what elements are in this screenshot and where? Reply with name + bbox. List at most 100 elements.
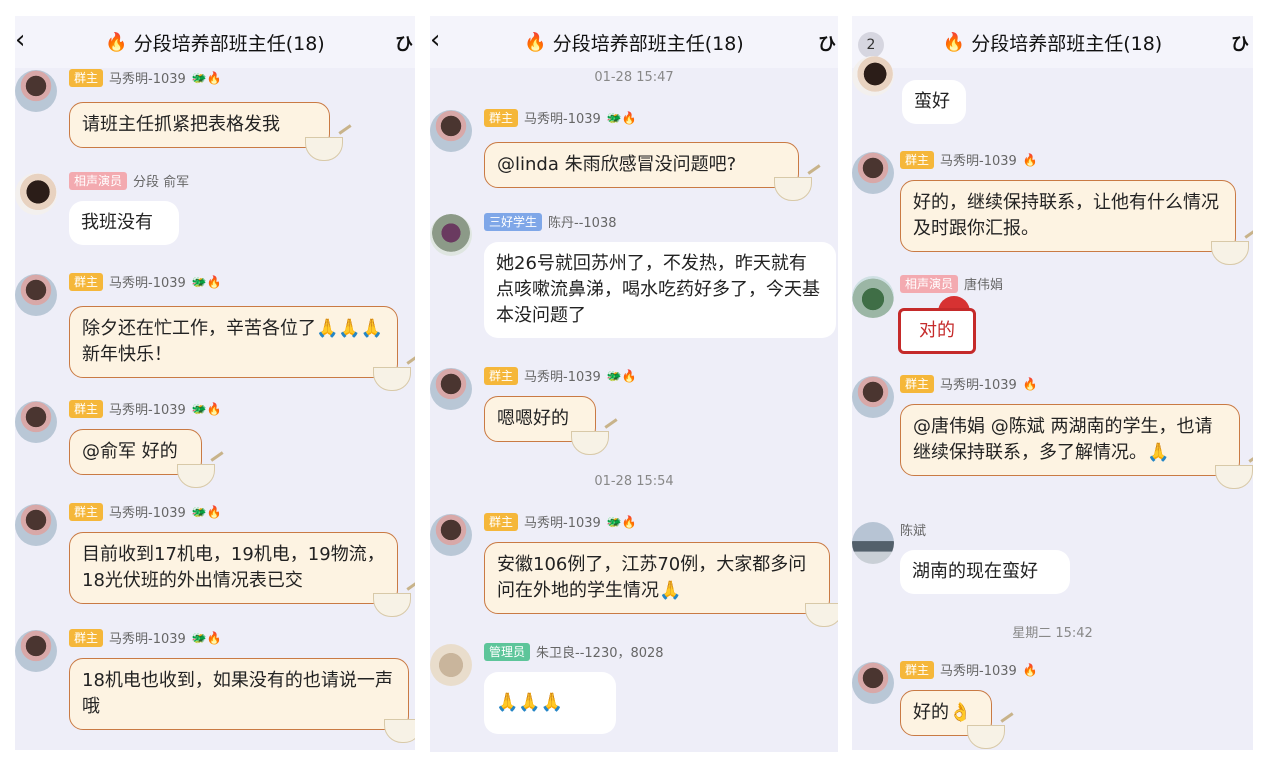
sender-meta: 陈斌 xyxy=(900,520,926,539)
timestamp: 01-28 15:47 xyxy=(594,70,674,85)
avatar[interactable] xyxy=(430,368,472,410)
avatar[interactable] xyxy=(852,662,894,704)
avatar[interactable] xyxy=(15,504,57,546)
bowl-bubble-icon xyxy=(373,367,411,391)
flame-icon: 🐲🔥 xyxy=(191,630,222,645)
message-bubble[interactable]: 好的👌 xyxy=(900,690,1005,749)
message-bubble[interactable]: 🙏🙏🙏 xyxy=(484,672,616,734)
message-bubble[interactable]: 请班主任抓紧把表格发我 xyxy=(69,102,343,161)
message-bubble[interactable]: 她26号就回苏州了，不发热，昨天就有点咳嗽流鼻涕，喝水吃药好多了，今天基本没问题… xyxy=(484,242,836,338)
avatar[interactable] xyxy=(430,110,472,152)
sender-name[interactable]: 马秀明-1039 xyxy=(109,399,186,418)
message-bubble[interactable]: @唐伟娟 @陈斌 两湖南的学生，也请继续保持联系，多了解情况。🙏 xyxy=(900,404,1253,489)
message-bubble[interactable]: 18机电也收到，如果没有的也请说一声哦 xyxy=(69,658,415,743)
role-badge: 管理员 xyxy=(484,642,531,661)
timestamp: 01-28 15:54 xyxy=(594,474,674,489)
unread-badge[interactable]: 2 xyxy=(858,32,884,58)
flame-icon: 🔥 xyxy=(105,31,128,53)
flame-icon: 🔥 xyxy=(524,31,547,53)
flame-icon: 🐲🔥 xyxy=(191,274,222,289)
sender-meta: 管理员 朱卫良--1230，8028 xyxy=(484,642,664,661)
sender-name[interactable]: 马秀明-1039 xyxy=(524,512,601,531)
bowl-bubble-icon xyxy=(774,177,812,201)
avatar[interactable] xyxy=(15,401,57,443)
message-bubble[interactable]: 蛮好 xyxy=(902,80,966,124)
flame-icon: 🔥 xyxy=(1022,662,1038,677)
sender-name[interactable]: 马秀明-1039 xyxy=(524,108,601,127)
bowl-bubble-icon xyxy=(373,593,411,617)
bowl-bubble-icon xyxy=(967,725,1005,749)
flame-icon: 🐲🔥 xyxy=(191,401,222,416)
chat-header: ‹ 🔥 分段培养部班主任(18) ひ xyxy=(430,16,838,68)
sender-name[interactable]: 马秀明-1039 xyxy=(940,150,1017,169)
chat-title: 🔥 分段培养部班主任(18) xyxy=(524,31,744,55)
sender-name[interactable]: 唐伟娟 xyxy=(964,274,1003,293)
sender-meta: 群主 马秀明-1039 🐲🔥 xyxy=(69,502,222,521)
sender-name[interactable]: 陈斌 xyxy=(900,520,926,539)
qq-logo-icon[interactable]: ひ xyxy=(818,30,836,56)
flame-icon: 🐲🔥 xyxy=(191,70,222,85)
bowl-bubble-icon xyxy=(1215,465,1253,489)
message-bubble[interactable]: 嗯嗯好的 xyxy=(484,396,609,455)
sender-name[interactable]: 分段 俞军 xyxy=(133,171,189,190)
avatar[interactable] xyxy=(15,274,57,316)
role-badge: 群主 xyxy=(900,660,935,679)
chevron-left-icon[interactable]: ‹ xyxy=(15,26,25,54)
bowl-bubble-icon xyxy=(571,431,609,455)
flame-icon: 🔥 xyxy=(1022,152,1038,167)
avatar[interactable] xyxy=(430,514,472,556)
sender-meta: 群主 马秀明-1039 🐲🔥 xyxy=(484,512,637,531)
flame-icon: 🐲🔥 xyxy=(606,514,637,529)
avatar[interactable] xyxy=(852,522,894,564)
bowl-bubble-icon xyxy=(177,464,215,488)
qq-logo-icon[interactable]: ひ xyxy=(395,30,413,56)
message-bubble[interactable]: 好的，继续保持联系，让他有什么情况及时跟你汇报。 xyxy=(900,180,1249,265)
chevron-left-icon[interactable]: ‹ xyxy=(430,26,440,54)
sender-meta: 群主 马秀明-1039 🐲🔥 xyxy=(484,366,637,385)
flame-icon: 🔥 xyxy=(1022,376,1038,391)
message-bubble[interactable]: @linda 朱雨欣感冒没问题吧? xyxy=(484,142,812,201)
sticker-duide[interactable]: 对的 xyxy=(898,296,976,354)
chat-panel-2: ‹ 🔥 分段培养部班主任(18) ひ 01-28 15:47 群主 马秀明-10… xyxy=(430,16,838,752)
sender-meta: 群主 马秀明-1039 🔥 xyxy=(900,660,1038,679)
avatar[interactable] xyxy=(15,173,57,215)
role-badge: 群主 xyxy=(900,150,935,169)
chat-title: 🔥 分段培养部班主任(18) xyxy=(942,31,1163,55)
avatar[interactable] xyxy=(430,644,472,686)
sender-meta: 相声演员 唐伟娟 xyxy=(900,274,1003,293)
message-bubble[interactable]: 除夕还在忙工作，辛苦各位了🙏🙏🙏新年快乐！ xyxy=(69,306,411,391)
message-bubble[interactable]: 我班没有 xyxy=(69,201,179,245)
avatar[interactable] xyxy=(15,630,57,672)
avatar[interactable] xyxy=(852,376,894,418)
sender-name[interactable]: 马秀明-1039 xyxy=(109,628,186,647)
qq-logo-icon[interactable]: ひ xyxy=(1231,30,1249,56)
sender-name[interactable]: 马秀明-1039 xyxy=(109,502,186,521)
message-bubble[interactable]: 湖南的现在蛮好 xyxy=(900,550,1070,594)
role-badge: 相声演员 xyxy=(900,274,959,293)
message-bubble[interactable]: 安徽106例了，江苏70例，大家都多问问在外地的学生情况🙏 xyxy=(484,542,838,627)
sender-name[interactable]: 马秀明-1039 xyxy=(524,366,601,385)
bowl-bubble-icon xyxy=(1211,241,1249,265)
flame-icon: 🐲🔥 xyxy=(606,110,637,125)
chat-title: 🔥 分段培养部班主任(18) xyxy=(105,31,325,55)
bowl-bubble-icon xyxy=(805,603,838,627)
role-badge: 三好学生 xyxy=(484,212,543,231)
avatar[interactable] xyxy=(852,56,894,96)
avatar[interactable] xyxy=(852,152,894,194)
sender-name[interactable]: 马秀明-1039 xyxy=(940,374,1017,393)
message-bubble[interactable]: @俞军 好的 xyxy=(69,429,215,488)
flame-icon: 🔥 xyxy=(942,31,966,53)
role-badge: 群主 xyxy=(69,628,104,647)
avatar[interactable] xyxy=(15,70,57,112)
flame-icon: 🐲🔥 xyxy=(606,368,637,383)
sender-name[interactable]: 朱卫良--1230，8028 xyxy=(536,642,664,661)
sender-name[interactable]: 陈丹--1038 xyxy=(548,212,616,231)
role-badge: 相声演员 xyxy=(69,171,128,190)
sender-name[interactable]: 马秀明-1039 xyxy=(109,272,186,291)
avatar[interactable] xyxy=(852,276,894,318)
role-badge: 群主 xyxy=(69,399,104,418)
sender-name[interactable]: 马秀明-1039 xyxy=(109,68,186,87)
sender-name[interactable]: 马秀明-1039 xyxy=(940,660,1017,679)
avatar[interactable] xyxy=(430,214,472,256)
message-bubble[interactable]: 目前收到17机电，19机电，19物流，18光伏班的外出情况表已交 xyxy=(69,532,411,617)
